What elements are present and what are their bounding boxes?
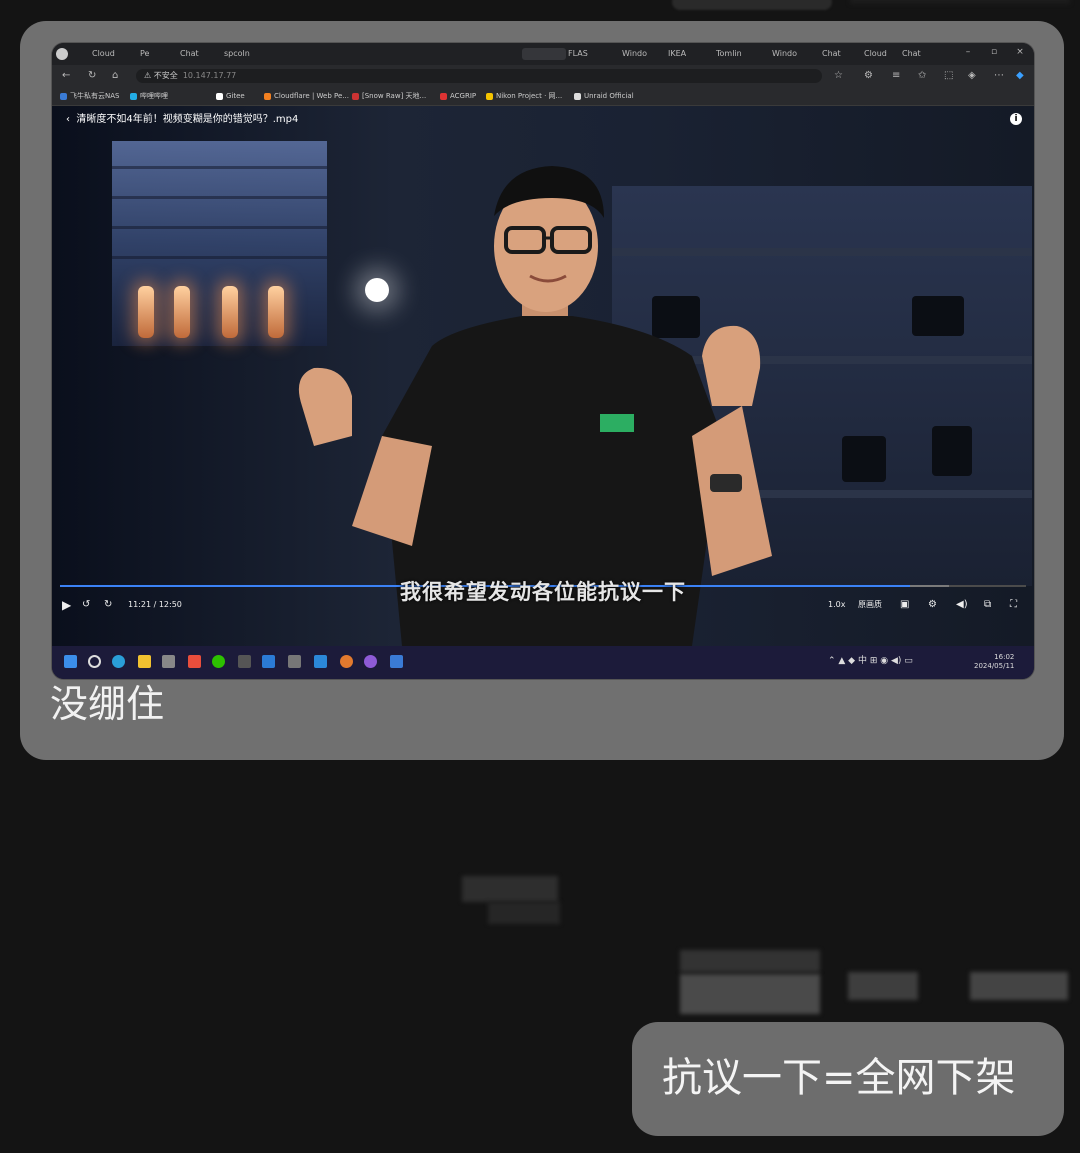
video-player[interactable]: ‹ 清晰度不如4年前！视频变糊是你的错觉吗？.mp4 i 我很希望发动各位能抗议… — [52, 106, 1034, 646]
blurred-timestamp — [462, 876, 558, 902]
bookmark-2[interactable]: 哔哩哔哩 — [130, 90, 168, 102]
fullscreen-icon[interactable]: ⛶ — [1010, 598, 1017, 612]
screenshot-image[interactable]: Cloud Pe Chat spcoln FLAS Windo IKEA Tom… — [52, 43, 1034, 679]
tab-5[interactable]: FLAS — [568, 47, 588, 60]
app-icon[interactable] — [238, 655, 251, 668]
blurred-header-text-2 — [850, 0, 1070, 4]
browser-address-bar: ← ↻ ⌂ ⚠ 不安全 10.147.17.77 ☆ ⚙ ≡ ✩ ⬚ ◈ ⋯ ◆ — [52, 65, 1034, 87]
bookmark-7[interactable]: Nikon Project · 网... — [486, 90, 562, 102]
rewind-icon[interactable]: ↺ — [82, 598, 90, 612]
tab-6[interactable]: Windo — [622, 47, 647, 60]
video-title: ‹ 清晰度不如4年前！视频变糊是你的错觉吗？.mp4 — [66, 114, 299, 125]
blurred-sender-name — [680, 974, 820, 1014]
maximize-icon[interactable]: ▫ — [990, 48, 998, 57]
app-icon[interactable] — [288, 655, 301, 668]
time-display: 11:21 / 12:50 — [128, 600, 182, 609]
search-icon[interactable] — [88, 655, 101, 668]
tab-3[interactable]: Chat — [180, 47, 199, 60]
bookmark-4[interactable]: Cloudflare | Web Pe... — [264, 90, 349, 102]
minimize-icon[interactable]: – — [964, 48, 972, 57]
wechat-icon[interactable] — [212, 655, 225, 668]
refresh-icon[interactable]: ↻ — [88, 69, 96, 83]
bookmarks-bar: 飞牛私有云NAS 哔哩哔哩 Gitee Cloudflare | Web Pe.… — [52, 87, 1034, 106]
received-caption: 没绷住 — [50, 682, 165, 726]
app-icon[interactable] — [390, 655, 403, 668]
shield-icon[interactable]: ◈ — [968, 69, 976, 83]
clock-date: 2024/05/11 — [974, 662, 1015, 670]
tab-11[interactable]: Cloud — [864, 47, 887, 60]
forward-icon[interactable]: ↻ — [104, 598, 112, 612]
volume-icon[interactable]: ◀) — [956, 598, 968, 612]
blurred-sender-name — [680, 950, 820, 972]
app-icon[interactable] — [188, 655, 201, 668]
tab-4[interactable]: spcoln — [224, 47, 250, 60]
shirt-logo — [600, 414, 634, 432]
vscode-icon[interactable] — [262, 655, 275, 668]
pip-icon[interactable]: ⧉ — [984, 598, 991, 612]
received-message-bubble[interactable]: Cloud Pe Chat spcoln FLAS Windo IKEA Tom… — [20, 21, 1064, 760]
browser-logo-icon — [56, 48, 68, 60]
bookmark-3[interactable]: Gitee — [216, 90, 245, 102]
blurred-sender-name — [970, 972, 1068, 1000]
edge-icon[interactable] — [112, 655, 125, 668]
tab-8[interactable]: Tomlin — [716, 47, 742, 60]
close-icon[interactable]: × — [1016, 48, 1024, 57]
quality-button[interactable]: 原画质 — [858, 598, 882, 612]
video-subtitle: 我很希望发动各位能抗议一下 — [400, 580, 686, 604]
sent-message-text: 抗议一下=全网下架 — [662, 1055, 1016, 1101]
speed-button[interactable]: 1.0x — [828, 598, 845, 612]
presenter-figure — [298, 166, 772, 646]
start-icon[interactable] — [64, 655, 77, 668]
extension-icon[interactable]: ⚙ — [864, 69, 873, 83]
clock-time: 16:02 — [994, 653, 1015, 661]
address-url: 10.147.17.77 — [182, 71, 237, 80]
info-icon[interactable]: i — [1010, 113, 1022, 125]
tab-10[interactable]: Chat — [822, 47, 841, 60]
bookmark-1[interactable]: 飞牛私有云NAS — [60, 90, 119, 102]
downloads-icon[interactable]: ⬚ — [944, 69, 953, 83]
tab-7[interactable]: IKEA — [668, 47, 686, 60]
active-tab[interactable] — [522, 48, 566, 60]
copilot-icon[interactable]: ◆ — [1016, 69, 1024, 83]
blurred-sender-name — [848, 972, 918, 1000]
app-icon[interactable] — [162, 655, 175, 668]
favorites-icon[interactable]: ✩ — [918, 69, 926, 83]
blurred-header-text — [672, 0, 832, 10]
menu-icon[interactable]: ⋯ — [994, 69, 1004, 83]
windows-taskbar: ⌃ ▲ ◆ 中 ⊞ ◉ ◀) ▭ 16:02 2024/05/11 — [52, 646, 1034, 679]
browser-tab-bar: Cloud Pe Chat spcoln FLAS Windo IKEA Tom… — [52, 43, 1034, 65]
tab-2[interactable]: Pe — [140, 47, 149, 60]
tab-12[interactable]: Chat — [902, 47, 921, 60]
blurred-timestamp — [488, 902, 560, 924]
address-security-label: 不安全 — [153, 71, 178, 80]
tab-1[interactable]: Cloud — [92, 47, 115, 60]
explorer-icon[interactable] — [138, 655, 151, 668]
bookmark-6[interactable]: ACGRIP — [440, 90, 476, 102]
url-field[interactable]: ⚠ 不安全 10.147.17.77 — [136, 69, 822, 83]
app-icon[interactable] — [340, 655, 353, 668]
bookmark-8[interactable]: Unraid Official — [574, 90, 634, 102]
tray-icons[interactable]: ⌃ ▲ ◆ 中 ⊞ ◉ ◀) ▭ — [828, 657, 913, 666]
bookmark-5[interactable]: [Snow Raw] 天地... — [352, 90, 426, 102]
play-icon[interactable]: ▶ — [62, 598, 71, 612]
tab-9[interactable]: Windo — [772, 47, 797, 60]
home-icon[interactable]: ⌂ — [112, 69, 118, 83]
collections-icon[interactable]: ≡ — [892, 69, 900, 83]
sent-message-bubble[interactable]: 抗议一下=全网下架 — [632, 1022, 1064, 1136]
settings-icon[interactable]: ⚙ — [928, 598, 937, 612]
app-icon[interactable] — [314, 655, 327, 668]
taskbar-clock[interactable]: 16:02 2024/05/11 — [974, 653, 1014, 671]
app-icon[interactable] — [364, 655, 377, 668]
star-icon[interactable]: ☆ — [834, 69, 843, 83]
back-icon[interactable]: ← — [62, 69, 70, 83]
subtitle-icon[interactable]: ▣ — [900, 598, 909, 612]
